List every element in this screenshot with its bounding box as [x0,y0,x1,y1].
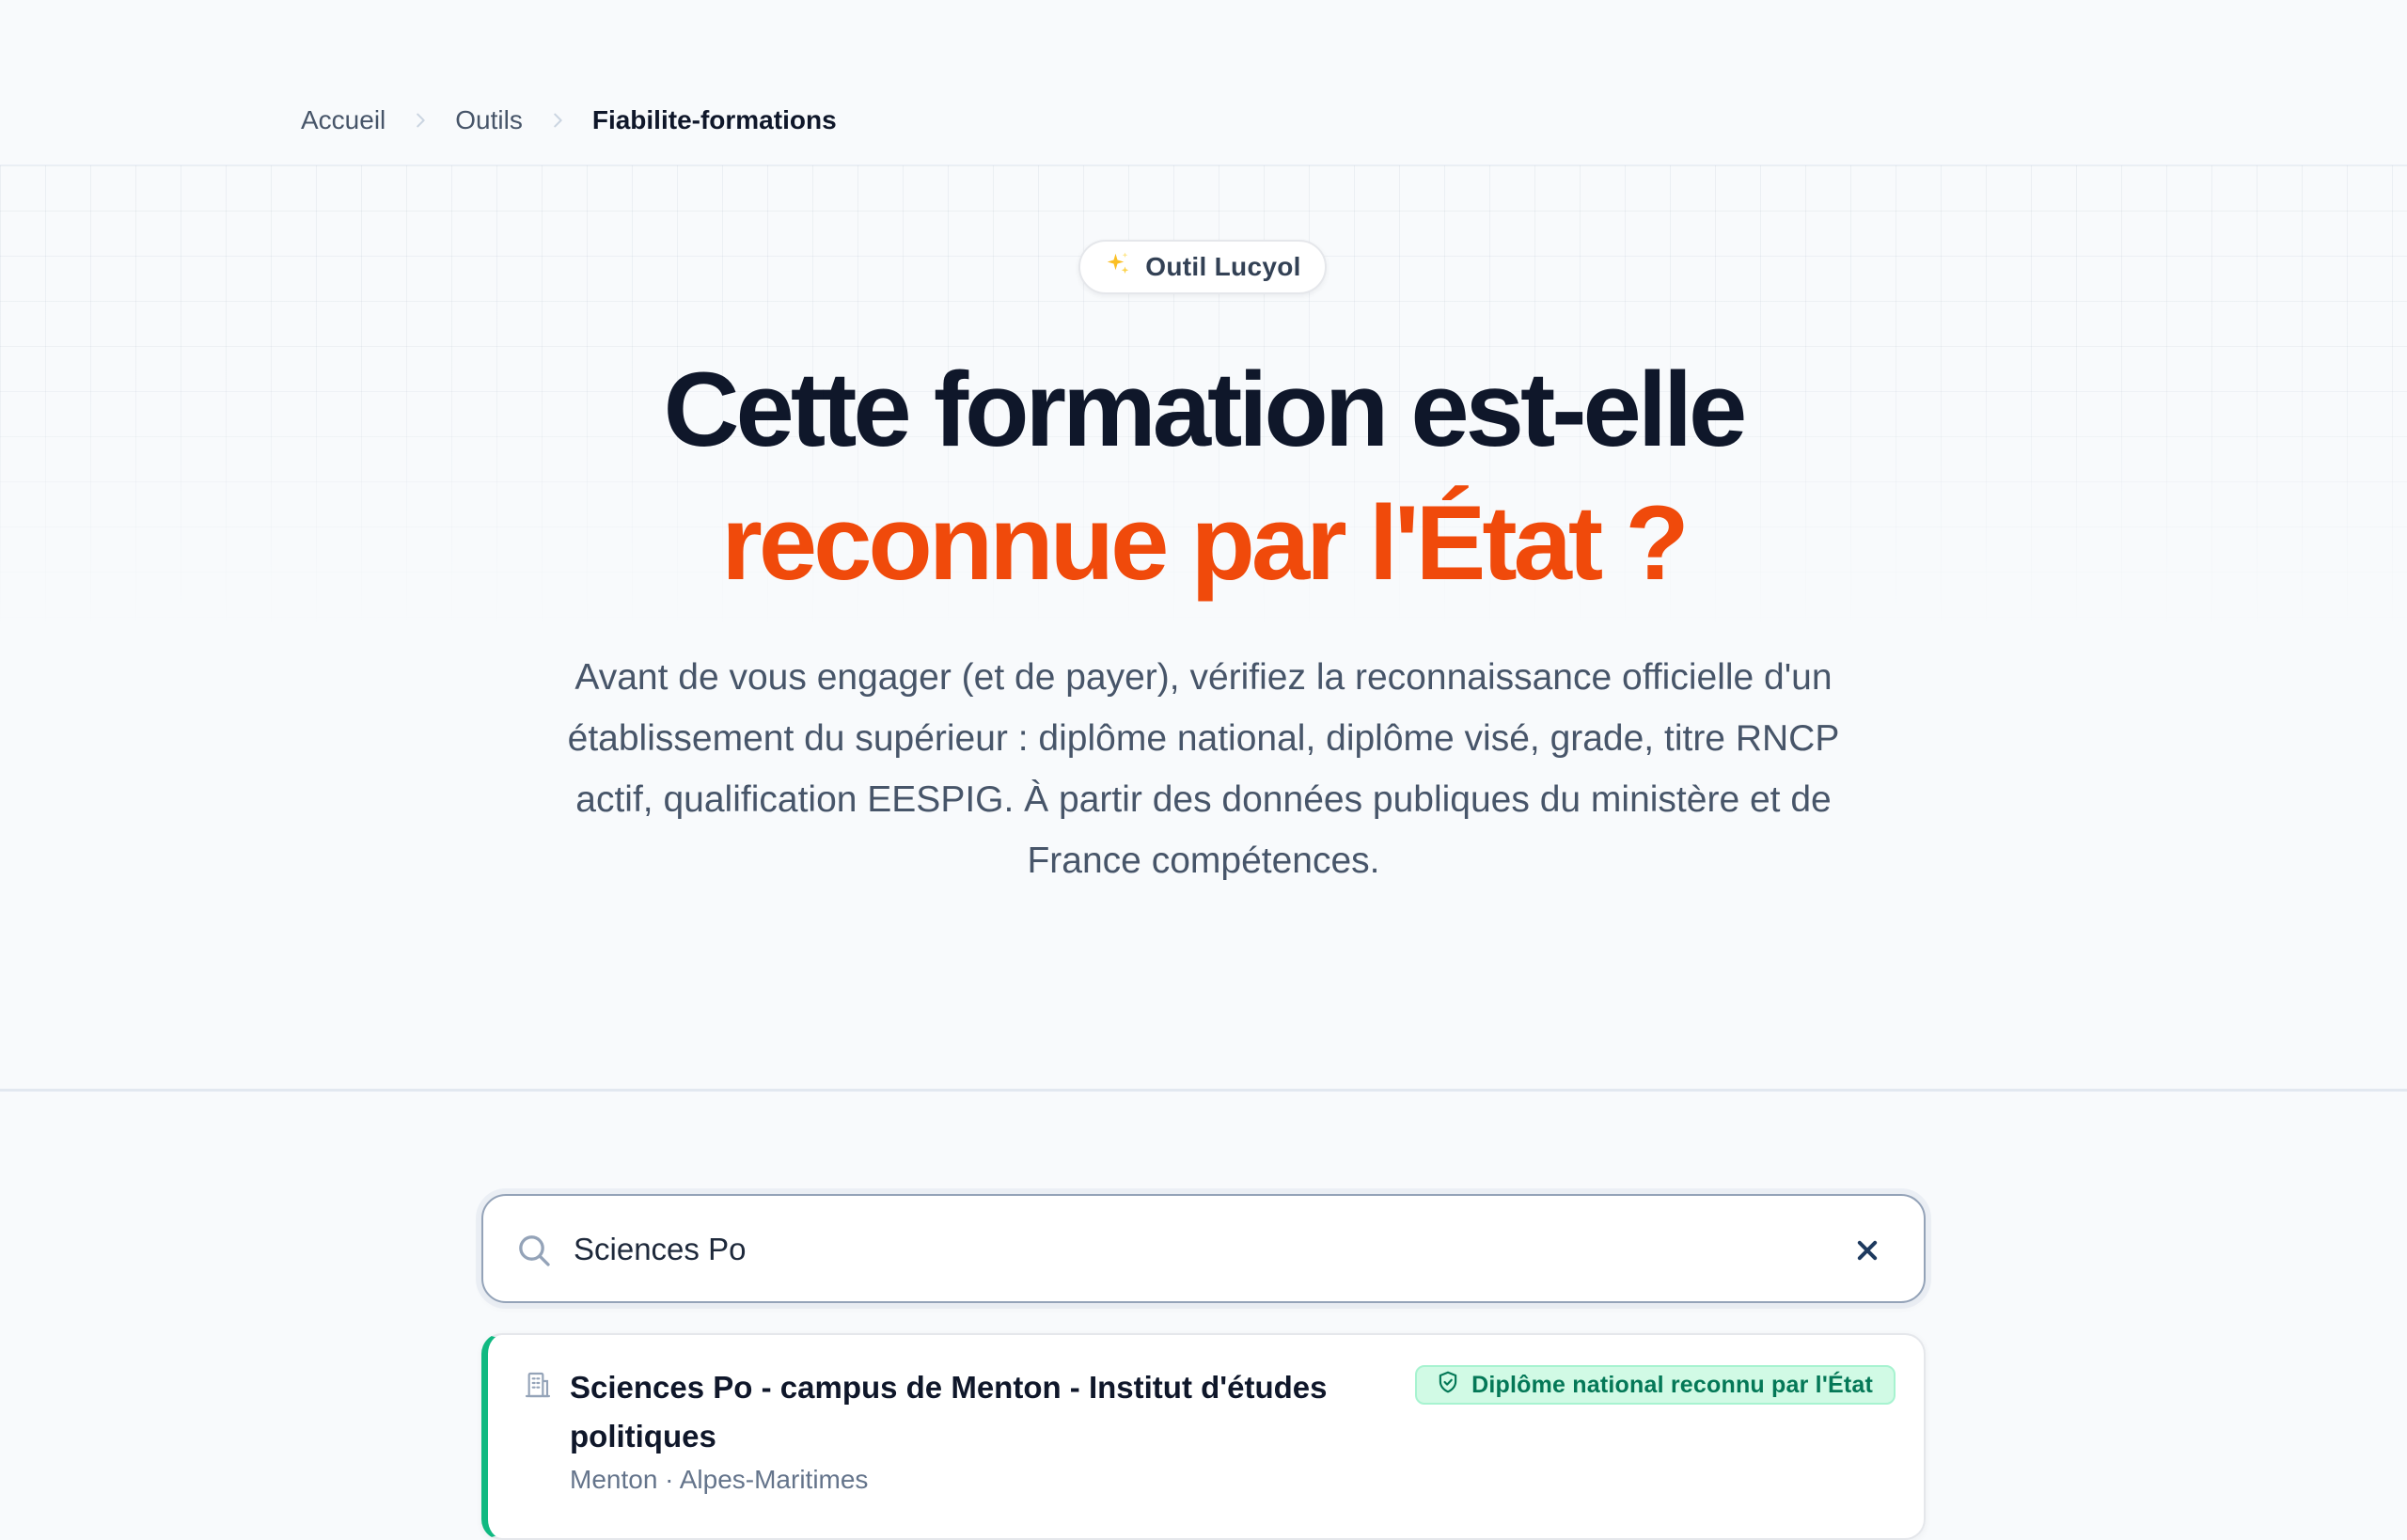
page-title-line-2: reconnue par l'État ? [721,484,1690,602]
breadcrumb-current: Fiabilite-formations [591,105,837,134]
shield-check-icon [1436,1370,1460,1401]
result-location: Menton · Alpes-Maritimes [570,1465,869,1494]
close-icon [1857,1240,1878,1261]
hero-section [0,165,2407,1092]
result-card[interactable]: Sciences Po - campus de Menton - Institu… [481,1333,1926,1540]
building-icon [523,1370,553,1400]
search-input[interactable] [574,1217,1796,1282]
page-subtitle: Avant de vous engager (et de payer), vér… [567,657,1840,881]
chevron-right-icon [547,110,568,131]
page-title-line-1: Cette formation est-elle [663,351,1748,468]
tool-badge-label: Outil Lucyol [1145,252,1301,281]
status-badge-label: Diplôme national reconnu par l'État [1471,1371,1873,1398]
sparkles-icon [1104,250,1132,285]
breadcrumb-home-link[interactable]: Accueil [301,105,385,135]
search-box [481,1194,1926,1303]
result-title: Sciences Po - campus de Menton - Institu… [570,1370,1328,1454]
hero-grid-fade [0,165,2407,1089]
tool-badge: Outil Lucyol [1078,240,1327,294]
chevron-right-icon [410,110,431,131]
search-icon [515,1232,553,1269]
breadcrumb-tools-link[interactable]: Outils [455,105,523,135]
status-badge: Diplôme national reconnu par l'État [1415,1365,1896,1405]
clear-search-button[interactable] [1849,1232,1886,1269]
breadcrumb: Accueil Outils Fiabilite-formations [301,105,837,135]
